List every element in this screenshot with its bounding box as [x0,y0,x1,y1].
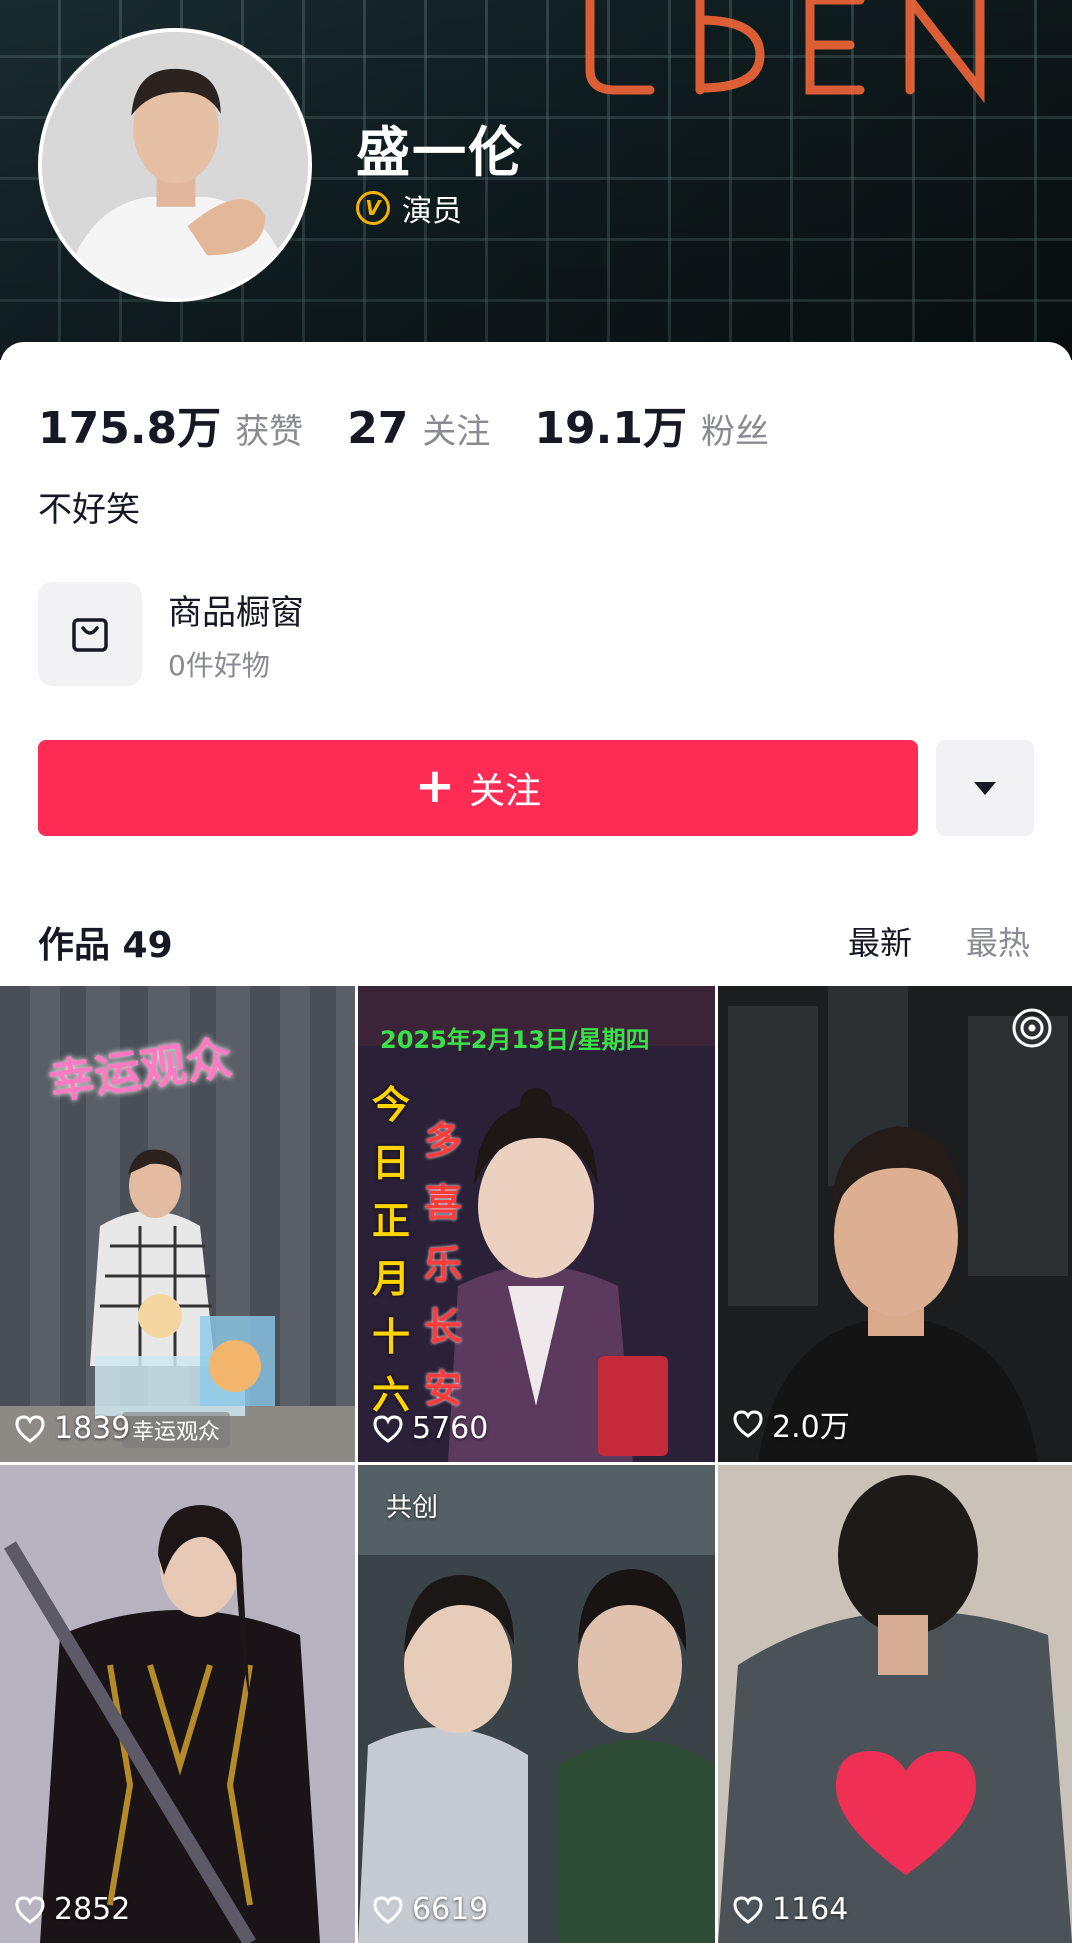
video-tile[interactable]: 幸运观众 幸运观众 1839 [0,986,355,1462]
stat-value: 19.1万 [534,403,687,454]
works-count-tab[interactable]: 作品 49 [38,916,173,968]
verification-label: 演员 [402,194,462,229]
profile-banner: 盛一伦 V 演员 [0,0,1072,360]
video-thumbnail [358,986,715,1462]
like-count: 5760 [372,1411,488,1446]
stat-label: 粉丝 [700,412,769,452]
like-count: 2.0万 [732,1402,850,1446]
video-tile[interactable]: 1164 [718,1465,1072,1943]
stat-value: 175.8万 [38,403,222,454]
stat-value: 27 [347,403,409,454]
verification: V 演员 [356,186,462,230]
video-thumbnail [718,986,1072,1462]
like-count: 2852 [14,1892,130,1927]
like-count-value: 5760 [412,1411,489,1446]
stat-followers[interactable]: 19.1万 粉丝 [534,392,769,456]
profile-card: 175.8万 获赞 27 关注 19.1万 粉丝 不好笑 商品橱窗 0件好物 +… [0,342,1072,990]
stat-label: 获赞 [235,412,304,452]
like-count-value: 6619 [412,1892,489,1927]
video-grid: 幸运观众 幸运观众 1839 2025年2月13日/星期四 今日正月十六 多喜乐… [0,986,1072,1943]
works-tab-row: 作品 49 最新 最热 [0,902,1072,990]
heart-outline-icon [15,1895,45,1924]
like-count: 1839 [14,1411,130,1446]
video-vertical-text-mid: 多喜乐长安 [424,1119,463,1411]
verified-badge-icon: V [356,191,390,225]
video-thumbnail [0,1465,355,1943]
like-count-value: 1839 [54,1411,131,1446]
video-thumbnail [718,1465,1072,1943]
heart-outline-icon [733,1410,763,1438]
video-date-text: 2025年2月13日/星期四 [380,1026,650,1054]
avatar[interactable] [38,28,312,302]
like-count: 6619 [372,1892,488,1927]
shop-text: 商品橱窗 0件好物 [168,585,304,684]
follow-label: 关注 [469,771,542,812]
sort-hottest-tab[interactable]: 最热 [966,918,1030,964]
plus-icon: + [414,758,456,814]
video-caption-tag: 幸运观众 [122,1412,231,1448]
video-tile[interactable]: 2025年2月13日/星期四 今日正月十六 多喜乐长安 5760 [358,986,715,1462]
neon-sign-decoration [585,0,985,104]
stat-following[interactable]: 27 关注 [347,403,490,454]
like-count-value: 2852 [54,1892,131,1927]
stat-likes[interactable]: 175.8万 获赞 [38,392,303,456]
shop-subtitle: 0件好物 [168,648,270,682]
follow-button[interactable]: + 关注 [38,740,918,836]
stats-row: 175.8万 获赞 27 关注 19.1万 粉丝 [38,392,813,456]
caret-down-icon [974,782,996,795]
video-tile[interactable]: 2852 [0,1465,355,1943]
shop-window-entry[interactable]: 商品橱窗 0件好物 [38,582,304,686]
avatar-portrait [42,32,308,298]
co-creation-tag: 共创 [386,1493,439,1523]
shop-title: 商品橱窗 [168,592,304,633]
shopping-bag-icon [38,582,142,686]
like-count-value: 1164 [772,1892,849,1927]
heart-outline-icon [15,1414,45,1443]
video-tile[interactable]: 共创 6619 [358,1465,715,1943]
more-options-button[interactable] [936,740,1034,836]
stat-label: 关注 [422,412,491,452]
like-count-value: 2.0万 [772,1410,850,1445]
live-icon [1012,1008,1052,1048]
heart-outline-icon [733,1895,763,1924]
video-tile[interactable]: 2.0万 [718,986,1072,1462]
sort-newest-tab[interactable]: 最新 [848,918,912,964]
video-vertical-text-left: 今日正月十六 [372,1083,411,1417]
heart-outline-icon [373,1895,403,1924]
like-count: 1164 [732,1892,848,1927]
video-thumbnail [358,1465,715,1943]
profile-name: 盛一伦 [356,121,524,184]
bio-text: 不好笑 [38,490,140,530]
heart-outline-icon [373,1414,403,1443]
